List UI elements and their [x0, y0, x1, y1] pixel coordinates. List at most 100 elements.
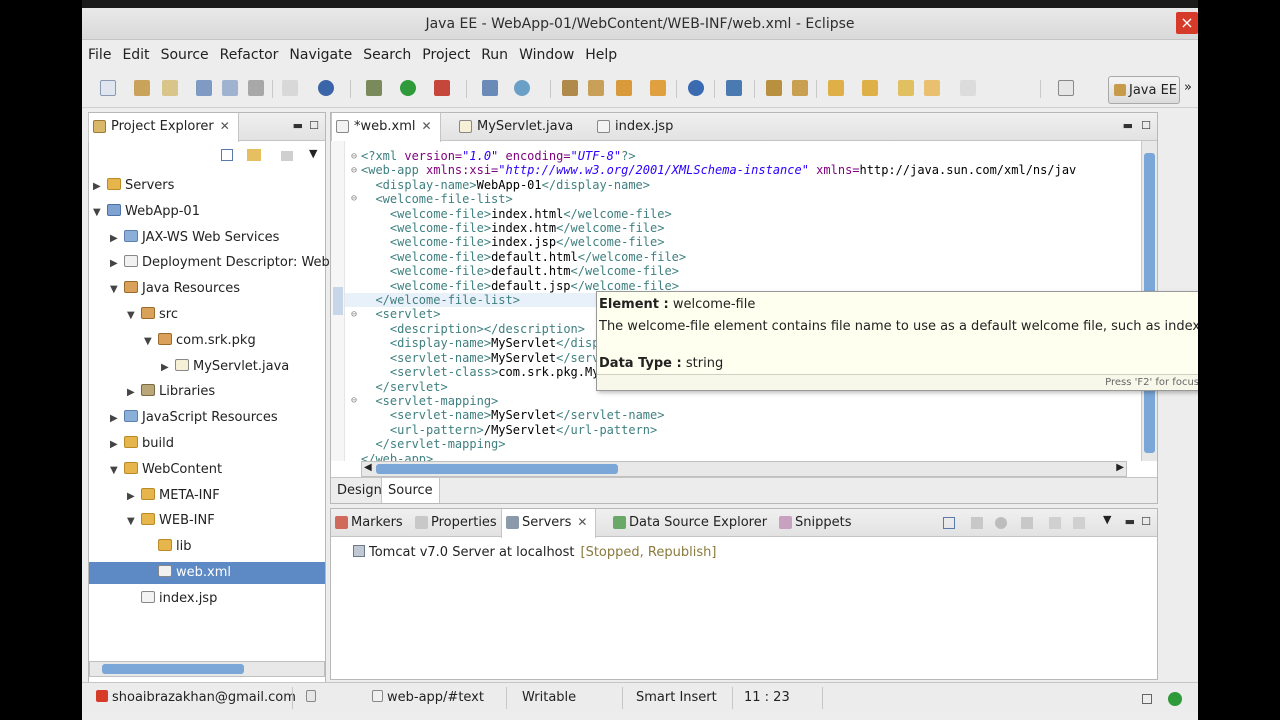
- minimize-icon[interactable]: ▬: [1125, 515, 1135, 528]
- scroll-right-icon[interactable]: ▶: [1116, 462, 1124, 473]
- tree-item[interactable]: ▼ com.srk.pkg: [89, 330, 325, 352]
- menu-item-search[interactable]: Search: [357, 41, 416, 63]
- tab-data-source-explorer[interactable]: Data Source Explorer: [609, 509, 775, 537]
- previous-annotation-icon[interactable]: [862, 80, 878, 96]
- minimize-icon[interactable]: ▬: [293, 119, 303, 132]
- tab-snippets[interactable]: Snippets: [775, 509, 859, 537]
- menu-item-run[interactable]: Run: [475, 41, 513, 63]
- tab-project-explorer[interactable]: Project Explorer ✕: [88, 113, 239, 142]
- maximize-icon[interactable]: ☐: [1141, 119, 1151, 132]
- fold-toggle-icon[interactable]: ⊖: [351, 309, 357, 320]
- menu-item-window[interactable]: Window: [513, 41, 579, 63]
- tree-item[interactable]: ▼ Java Resources: [89, 278, 325, 300]
- external-tools-icon[interactable]: [434, 80, 450, 96]
- save-all-icon[interactable]: [222, 80, 238, 96]
- profile-server-icon[interactable]: [1021, 517, 1033, 529]
- search-files-icon[interactable]: [650, 80, 666, 96]
- web-browser-icon[interactable]: [318, 80, 334, 96]
- expand-down-icon[interactable]: ▼: [110, 284, 124, 295]
- menu-item-help[interactable]: Help: [579, 41, 622, 63]
- tree-item[interactable]: ▼ WEB-INF: [89, 510, 325, 532]
- expand-down-icon[interactable]: ▼: [110, 465, 124, 476]
- tree-item[interactable]: web.xml: [89, 562, 325, 584]
- menu-item-file[interactable]: File: [82, 41, 116, 63]
- tree-item[interactable]: lib: [89, 536, 325, 558]
- toggle-breadcrumb-icon[interactable]: [792, 80, 808, 96]
- expand-right-icon[interactable]: ▶: [110, 258, 124, 269]
- tree-item[interactable]: ▼ src: [89, 304, 325, 326]
- debug-server-icon[interactable]: [971, 517, 983, 529]
- new-server-icon[interactable]: [482, 80, 498, 96]
- scrollbar-thumb[interactable]: [376, 464, 618, 474]
- menu-item-refactor[interactable]: Refactor: [214, 41, 284, 63]
- tab-design[interactable]: Design: [331, 478, 388, 503]
- maximize-icon[interactable]: ☐: [1141, 515, 1151, 528]
- expand-right-icon[interactable]: ▶: [93, 181, 107, 192]
- publish-icon[interactable]: [1073, 517, 1085, 529]
- expand-right-icon[interactable]: ▶: [110, 413, 124, 424]
- expand-down-icon[interactable]: ▼: [144, 336, 158, 347]
- menu-item-edit[interactable]: Edit: [116, 41, 154, 63]
- scroll-left-icon[interactable]: ◀: [364, 462, 372, 473]
- open-type-icon[interactable]: [134, 80, 150, 96]
- progress-icon[interactable]: [1168, 692, 1182, 706]
- tab-properties[interactable]: Properties: [411, 509, 505, 537]
- close-tab-icon[interactable]: ✕: [421, 119, 431, 133]
- minimize-icon[interactable]: ▬: [1123, 119, 1133, 132]
- scrollbar-thumb[interactable]: [102, 664, 244, 674]
- more-perspectives-button[interactable]: »: [1184, 80, 1192, 95]
- menu-item-project[interactable]: Project: [416, 41, 475, 63]
- next-annotation-icon[interactable]: [828, 80, 844, 96]
- tree-item[interactable]: index.jsp: [89, 588, 325, 610]
- expand-right-icon[interactable]: ▶: [127, 491, 141, 502]
- fold-toggle-icon[interactable]: ⊖: [351, 193, 357, 204]
- tree-item[interactable]: ▶ JAX-WS Web Services: [89, 227, 325, 249]
- forward-icon[interactable]: [960, 80, 976, 96]
- expand-right-icon[interactable]: ▶: [110, 233, 124, 244]
- maximize-icon[interactable]: ☐: [309, 119, 319, 132]
- tab-servers[interactable]: Servers ✕: [501, 509, 597, 538]
- open-task-icon[interactable]: [616, 80, 632, 96]
- open-perspective-icon[interactable]: [1058, 80, 1074, 96]
- view-menu-dropdown-icon[interactable]: ▼: [309, 147, 317, 160]
- server-entry[interactable]: Tomcat v7.0 Server at localhost [Stopped,…: [353, 545, 716, 560]
- tree-item[interactable]: ▼ WebContent: [89, 459, 325, 481]
- new-web-service-icon[interactable]: [514, 80, 530, 96]
- tab-source[interactable]: Source: [381, 478, 440, 503]
- user-status[interactable]: shoaibrazakhan@gmail.com: [96, 690, 296, 705]
- tree-item[interactable]: ▼ WebApp-01: [89, 201, 325, 223]
- java-ee-icon[interactable]: [726, 80, 742, 96]
- collapse-all-icon[interactable]: [943, 517, 955, 529]
- java-ee-perspective-button[interactable]: Java EE: [1108, 76, 1180, 104]
- view-menu-dropdown-icon[interactable]: ▼: [1103, 513, 1111, 526]
- back-icon[interactable]: [924, 80, 940, 96]
- toggle-mark-icon[interactable]: [766, 80, 782, 96]
- tree-item[interactable]: ▶ META-INF: [89, 485, 325, 507]
- globe-icon[interactable]: [688, 80, 704, 96]
- redo-icon[interactable]: [282, 80, 298, 96]
- fold-toggle-icon[interactable]: ⊖: [351, 165, 357, 176]
- close-tab-icon[interactable]: ✕: [577, 515, 587, 529]
- expand-right-icon[interactable]: ▶: [110, 439, 124, 450]
- editor-tab[interactable]: index.jsp: [593, 113, 681, 141]
- expand-right-icon[interactable]: ▶: [161, 362, 175, 373]
- start-server-icon[interactable]: [995, 517, 1007, 529]
- open-folder-icon[interactable]: [588, 80, 604, 96]
- save-icon[interactable]: [196, 80, 212, 96]
- tree-item[interactable]: ▶ Servers: [89, 175, 325, 197]
- restore-icon[interactable]: [1142, 694, 1152, 704]
- close-window-button[interactable]: ×: [1176, 12, 1198, 34]
- print-icon[interactable]: [248, 80, 264, 96]
- editor-tab[interactable]: *web.xml ✕: [331, 113, 441, 142]
- close-icon[interactable]: ✕: [220, 119, 230, 133]
- stop-server-icon[interactable]: [1049, 517, 1061, 529]
- tree-item[interactable]: ▶ Libraries: [89, 381, 325, 403]
- view-menu-icon[interactable]: [281, 151, 293, 161]
- tree-item[interactable]: ▶ Deployment Descriptor: Web: [89, 252, 330, 274]
- tree-item[interactable]: ▶ MyServlet.java: [89, 356, 325, 378]
- editor-horizontal-scrollbar[interactable]: ◀ ▶: [361, 461, 1127, 477]
- debug-icon[interactable]: [366, 80, 382, 96]
- menu-item-source[interactable]: Source: [155, 41, 214, 63]
- fold-toggle-icon[interactable]: ⊖: [351, 395, 357, 406]
- link-with-editor-icon[interactable]: [247, 149, 261, 161]
